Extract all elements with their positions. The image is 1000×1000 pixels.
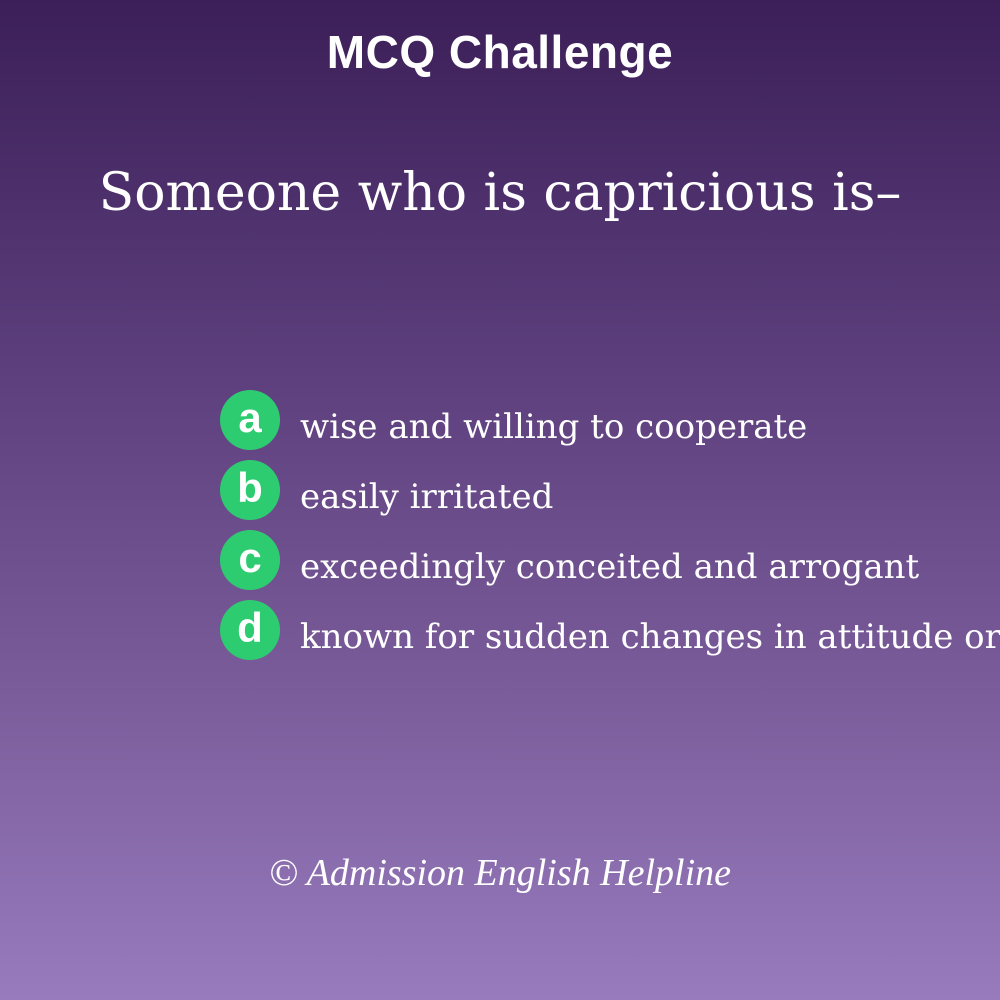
page-title: MCQ Challenge xyxy=(326,26,674,78)
option-text-d: known for sudden changes in attitude or xyxy=(300,617,1000,657)
option-badge-d: d xyxy=(220,600,280,660)
option-text-c: exceedingly conceited and arrogant xyxy=(300,547,920,587)
option-a[interactable]: a wise and willing to cooperate xyxy=(220,390,1000,460)
options-list: a wise and willing to cooperate b easily… xyxy=(220,390,1000,670)
option-text-b: easily irritated xyxy=(300,477,554,517)
option-badge-b: b xyxy=(220,460,280,520)
option-d[interactable]: d known for sudden changes in attitude o… xyxy=(220,600,1000,670)
option-c[interactable]: c exceedingly conceited and arrogant xyxy=(220,530,1000,600)
option-b[interactable]: b easily irritated xyxy=(220,460,1000,530)
option-badge-a: a xyxy=(220,390,280,450)
option-text-a: wise and willing to cooperate xyxy=(300,407,808,447)
question-text: Someone who is capricious is– xyxy=(98,163,902,223)
option-badge-c: c xyxy=(220,530,280,590)
copyright-footer: © Admission English Helpline xyxy=(269,852,731,894)
